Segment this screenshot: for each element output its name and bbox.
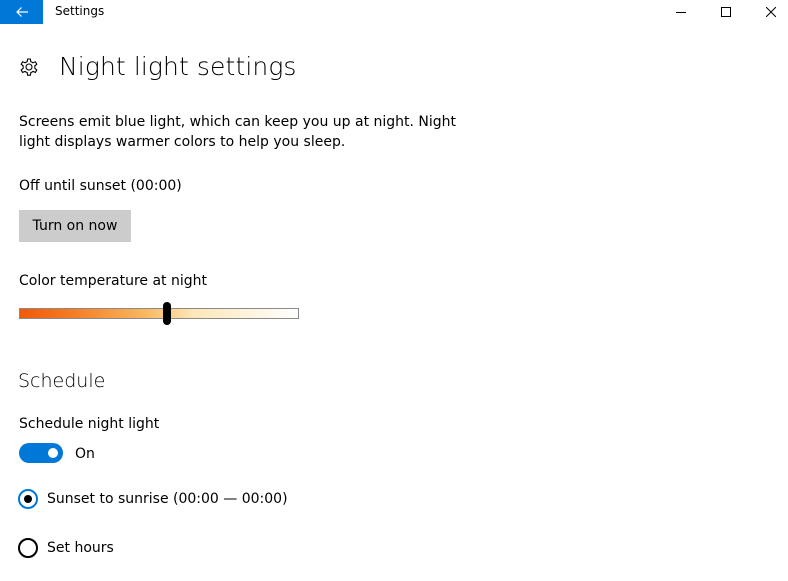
maximize-icon <box>721 7 731 17</box>
toggle-knob <box>48 448 58 458</box>
night-light-status: Off until sunset (00:00) <box>19 178 182 194</box>
slider-thumb[interactable] <box>163 302 172 325</box>
radio-button[interactable] <box>18 538 38 558</box>
minimize-button[interactable] <box>658 0 704 24</box>
gear-icon <box>20 58 38 76</box>
minimize-icon <box>676 12 686 13</box>
color-temperature-label: Color temperature at night <box>19 273 207 289</box>
radio-sunset-to-sunrise[interactable]: Sunset to sunrise (00:00 — 00:00) <box>18 488 288 510</box>
turn-on-now-button[interactable]: Turn on now <box>19 210 131 242</box>
close-icon <box>766 7 776 17</box>
app-title: Settings <box>55 4 105 18</box>
radio-set-hours[interactable]: Set hours <box>18 537 114 559</box>
page-title: Night light settings <box>59 52 297 81</box>
schedule-heading: Schedule <box>18 370 106 392</box>
toggle-state-label: On <box>75 446 95 462</box>
radio-label: Sunset to sunrise (00:00 — 00:00) <box>47 491 288 507</box>
schedule-night-light-toggle[interactable] <box>19 443 63 463</box>
radio-selected-dot <box>24 495 32 503</box>
slider-track[interactable] <box>19 308 299 319</box>
schedule-night-light-label: Schedule night light <box>19 416 160 432</box>
back-arrow-icon <box>15 7 28 17</box>
radio-label: Set hours <box>47 540 114 556</box>
radio-button[interactable] <box>18 489 38 509</box>
page-header: Night light settings <box>18 50 297 84</box>
close-button[interactable] <box>748 0 788 24</box>
color-temperature-slider[interactable] <box>19 302 299 325</box>
back-button[interactable] <box>0 0 43 24</box>
night-light-description: Screens emit blue light, which can keep … <box>19 114 457 150</box>
settings-window: Settings Night light settings Screens em… <box>0 0 788 581</box>
maximize-button[interactable] <box>703 0 749 24</box>
title-bar: Settings <box>0 0 788 24</box>
